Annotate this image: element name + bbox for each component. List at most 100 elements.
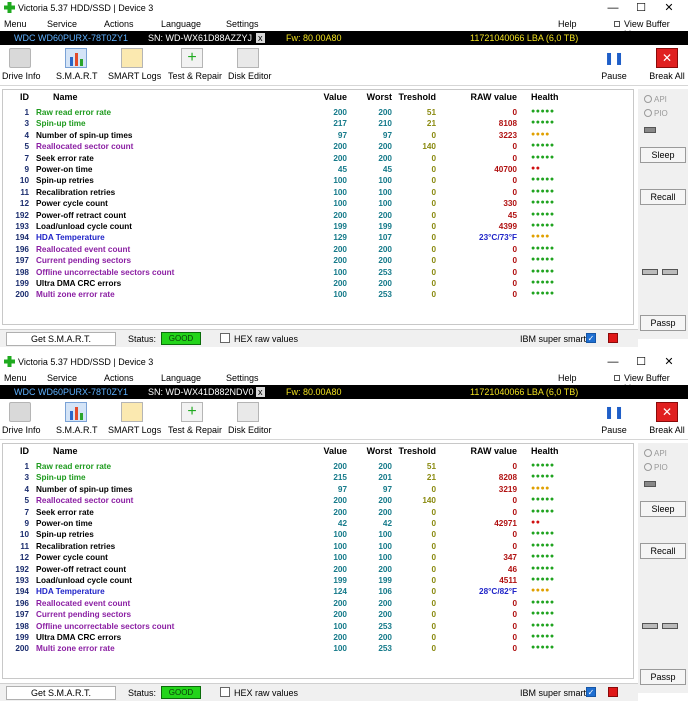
smart-button[interactable]: S.M.A.R.T: [56, 402, 98, 438]
table-row[interactable]: 192 Power-off retract count 200 200 0 45 ●●●●●: [3, 211, 633, 222]
table-row[interactable]: 199 Ultra DMA CRC errors 200 200 0 0 ●●●●●: [3, 633, 633, 644]
minimize-icon[interactable]: —: [606, 1, 620, 15]
break-all-button[interactable]: ✕ Break All: [646, 402, 688, 438]
menu-menu[interactable]: Menu: [4, 19, 27, 29]
menu-language[interactable]: Language: [161, 373, 201, 383]
test-repair-button[interactable]: + Test & Repair: [168, 48, 222, 84]
break-all-button[interactable]: ✕ Break All: [646, 48, 688, 84]
menu-actions[interactable]: Actions: [104, 373, 134, 383]
menu-menu[interactable]: Menu: [4, 373, 27, 383]
col-id[interactable]: ID: [9, 446, 29, 456]
table-row[interactable]: 199 Ultra DMA CRC errors 200 200 0 0 ●●●●●: [3, 279, 633, 290]
col-id[interactable]: ID: [9, 92, 29, 102]
table-row[interactable]: 197 Current pending sectors 200 200 0 0 ●●●●●: [3, 610, 633, 621]
pause-button[interactable]: ❚❚ Pause: [600, 402, 628, 438]
get-smart-button[interactable]: Get S.M.A.R.T.: [6, 686, 116, 700]
hex-raw-checkbox[interactable]: [220, 333, 230, 343]
table-row[interactable]: 3 Spin-up time 217 210 21 8108 ●●●●●: [3, 119, 633, 130]
maximize-icon[interactable]: ☐: [634, 1, 648, 15]
smart-logs-button[interactable]: SMART Logs: [108, 402, 161, 438]
col-value[interactable]: Value: [303, 446, 347, 456]
table-row[interactable]: 200 Multi zone error rate 100 253 0 0 ●●●●●: [3, 290, 633, 301]
sleep-button[interactable]: Sleep: [640, 501, 686, 517]
device-close-icon[interactable]: x: [256, 387, 265, 397]
ibm-super-smart-checkbox[interactable]: ✓: [586, 333, 596, 343]
menu-help[interactable]: Help: [558, 373, 577, 383]
table-row[interactable]: 194 HDA Temperature 124 106 0 28°C/82°F ●●●●: [3, 587, 633, 598]
pause-button[interactable]: ❚❚ Pause: [600, 48, 628, 84]
recall-button[interactable]: Recall: [640, 189, 686, 205]
recall-button[interactable]: Recall: [640, 543, 686, 559]
table-row[interactable]: 11 Recalibration retries 100 100 0 0 ●●●●●: [3, 542, 633, 553]
table-row[interactable]: 193 Load/unload cycle count 199 199 0 4511 ●●●…: [3, 576, 633, 587]
passp-button[interactable]: Passp: [640, 315, 686, 331]
col-health[interactable]: Health: [531, 92, 559, 102]
stop-indicator-icon[interactable]: [608, 687, 618, 697]
api-radio[interactable]: API: [644, 449, 667, 458]
api-radio[interactable]: API: [644, 95, 667, 104]
pio-radio[interactable]: PIO: [644, 463, 668, 472]
get-smart-button[interactable]: Get S.M.A.R.T.: [6, 332, 116, 346]
slider-left-icon[interactable]: [642, 269, 658, 275]
passp-button[interactable]: Passp: [640, 669, 686, 685]
col-raw-value[interactable]: RAW value: [443, 446, 517, 456]
drive-info-button[interactable]: Drive Info: [2, 48, 41, 84]
menu-settings[interactable]: Settings: [226, 373, 259, 383]
table-row[interactable]: 200 Multi zone error rate 100 253 0 0 ●●●●●: [3, 644, 633, 655]
smart-button[interactable]: S.M.A.R.T: [56, 48, 98, 84]
table-row[interactable]: 196 Reallocated event count 200 200 0 0 ●●●●●: [3, 245, 633, 256]
smart-logs-button[interactable]: SMART Logs: [108, 48, 161, 84]
maximize-icon[interactable]: ☐: [634, 355, 648, 369]
table-row[interactable]: 192 Power-off retract count 200 200 0 46 ●●●●●: [3, 565, 633, 576]
col-health[interactable]: Health: [531, 446, 559, 456]
device-bar[interactable]: WDC WD60PURX-78T0ZY1 SN: WD-WX41D882NDV0…: [0, 385, 688, 399]
table-row[interactable]: 5 Reallocated sector count 200 200 140 0 ●●●●●: [3, 496, 633, 507]
device-bar[interactable]: WDC WD60PURX-78T0ZY1 SN: WD-WX61D88AZZYJ…: [0, 31, 688, 45]
slider-right-icon[interactable]: [662, 623, 678, 629]
table-row[interactable]: 12 Power cycle count 100 100 0 347 ●●●●●: [3, 553, 633, 564]
table-row[interactable]: 198 Offline uncorrectable sectors count 10…: [3, 268, 633, 279]
table-row[interactable]: 1 Raw read error rate 200 200 51 0 ●●●●●: [3, 462, 633, 473]
disk-editor-button[interactable]: Disk Editor: [228, 402, 272, 438]
slider-left-icon[interactable]: [642, 623, 658, 629]
col-worst[interactable]: Worst: [349, 92, 392, 102]
close-icon[interactable]: ✕: [662, 355, 676, 369]
table-row[interactable]: 10 Spin-up retries 100 100 0 0 ●●●●●: [3, 530, 633, 541]
menu-settings[interactable]: Settings: [226, 19, 259, 29]
ibm-super-smart-checkbox[interactable]: ✓: [586, 687, 596, 697]
table-row[interactable]: 4 Number of spin-up times 97 97 0 3219 ●●●●: [3, 485, 633, 496]
stop-indicator-icon[interactable]: [608, 333, 618, 343]
menu-language[interactable]: Language: [161, 19, 201, 29]
pio-radio[interactable]: PIO: [644, 109, 668, 118]
table-row[interactable]: 4 Number of spin-up times 97 97 0 3223 ●●●●: [3, 131, 633, 142]
col-raw-value[interactable]: RAW value: [443, 92, 517, 102]
table-row[interactable]: 1 Raw read error rate 200 200 51 0 ●●●●●: [3, 108, 633, 119]
minimize-icon[interactable]: —: [606, 355, 620, 369]
col-name[interactable]: Name: [53, 92, 78, 102]
hex-raw-checkbox[interactable]: [220, 687, 230, 697]
table-row[interactable]: 9 Power-on time 42 42 0 42971 ●●: [3, 519, 633, 530]
col-treshold[interactable]: Treshold: [395, 92, 436, 102]
view-buffer-checkbox[interactable]: [614, 375, 620, 381]
menu-help[interactable]: Help: [558, 19, 577, 29]
table-row[interactable]: 10 Spin-up retries 100 100 0 0 ●●●●●: [3, 176, 633, 187]
col-value[interactable]: Value: [303, 92, 347, 102]
sleep-button[interactable]: Sleep: [640, 147, 686, 163]
table-row[interactable]: 7 Seek error rate 200 200 0 0 ●●●●●: [3, 508, 633, 519]
table-row[interactable]: 11 Recalibration retries 100 100 0 0 ●●●●●: [3, 188, 633, 199]
view-buffer-checkbox[interactable]: [614, 21, 620, 27]
table-row[interactable]: 193 Load/unload cycle count 199 199 0 4399 ●●●…: [3, 222, 633, 233]
disk-editor-button[interactable]: Disk Editor: [228, 48, 272, 84]
table-row[interactable]: 196 Reallocated event count 200 200 0 0 ●●●●●: [3, 599, 633, 610]
device-close-icon[interactable]: x: [256, 33, 265, 43]
test-repair-button[interactable]: + Test & Repair: [168, 402, 222, 438]
col-treshold[interactable]: Treshold: [395, 446, 436, 456]
table-row[interactable]: 194 HDA Temperature 129 107 0 23°C/73°F ●●●●: [3, 233, 633, 244]
menu-service[interactable]: Service: [47, 19, 77, 29]
table-row[interactable]: 197 Current pending sectors 200 200 0 0 ●●●●●: [3, 256, 633, 267]
table-row[interactable]: 7 Seek error rate 200 200 0 0 ●●●●●: [3, 154, 633, 165]
menu-actions[interactable]: Actions: [104, 19, 134, 29]
col-worst[interactable]: Worst: [349, 446, 392, 456]
drive-info-button[interactable]: Drive Info: [2, 402, 41, 438]
table-row[interactable]: 5 Reallocated sector count 200 200 140 0 ●●●●●: [3, 142, 633, 153]
